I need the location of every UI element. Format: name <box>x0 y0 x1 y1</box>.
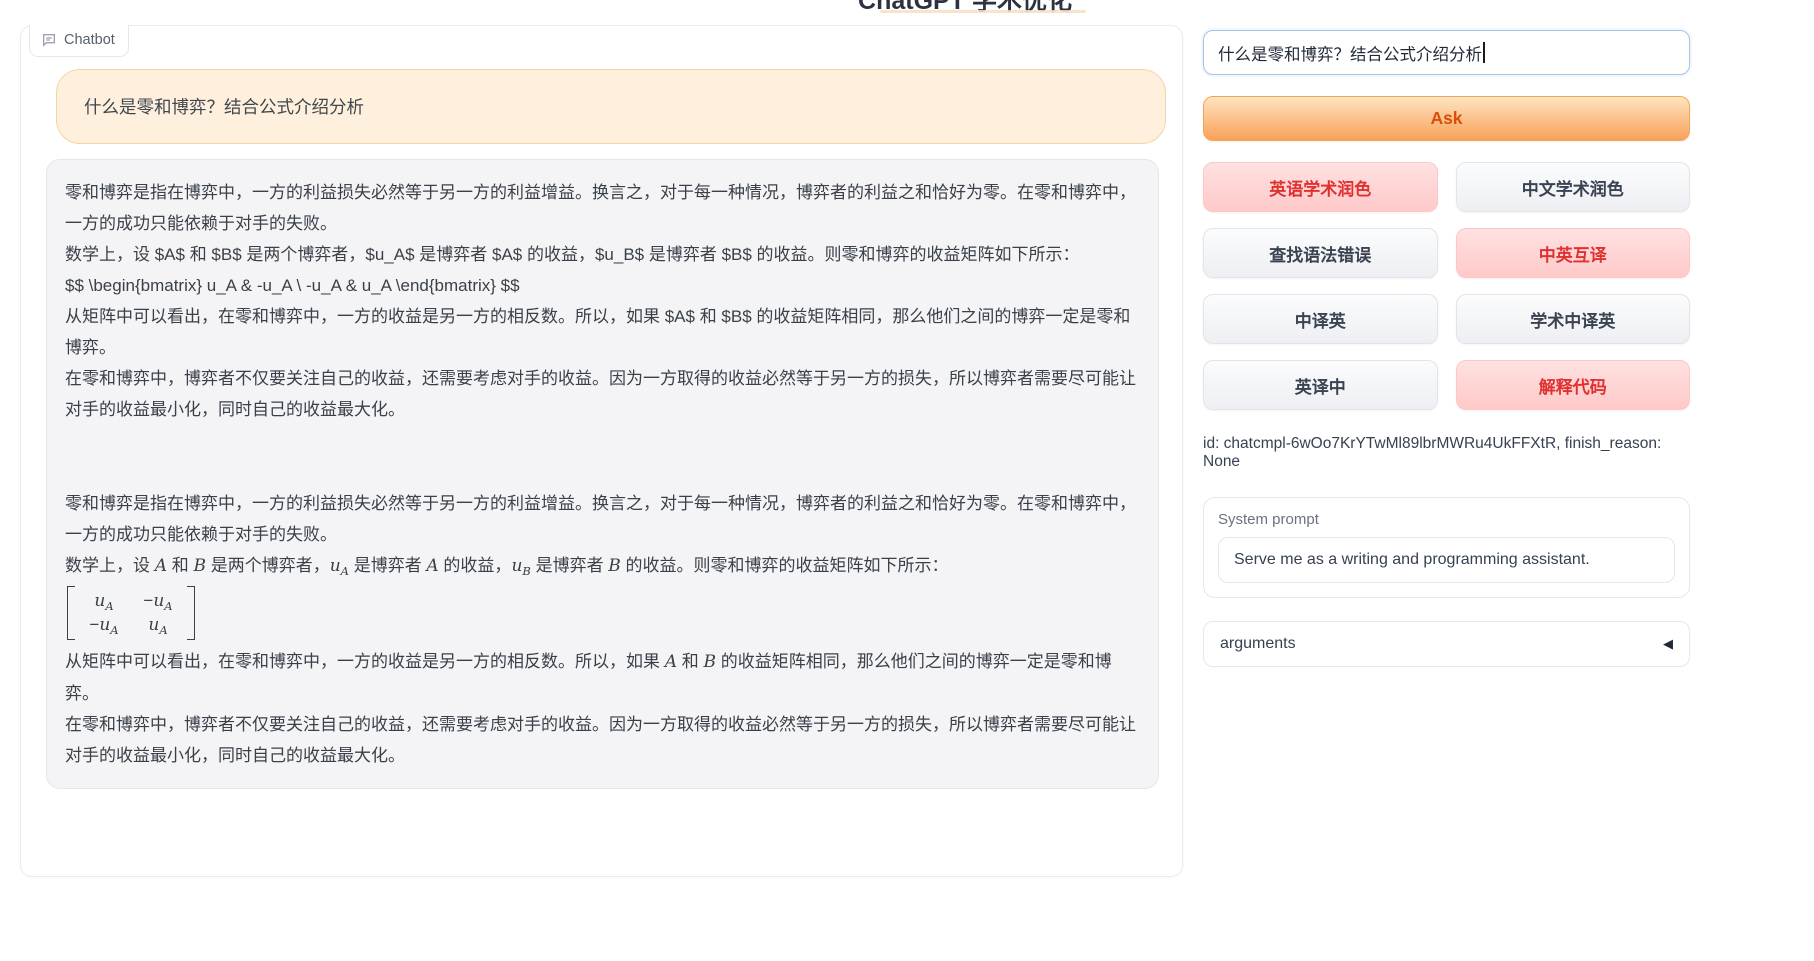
bot-rendered-paragraph: 在零和博弈中，博弈者不仅要关注自己的收益，还需要考虑对手的收益。因为一方取得的收… <box>65 709 1138 771</box>
payoff-matrix: uA −uA −uA uA <box>67 586 1138 640</box>
user-message-text: 什么是零和博弈？结合公式介绍分析 <box>84 94 364 119</box>
button-chinese-academic-polish[interactable]: 中文学术润色 <box>1456 162 1691 212</box>
button-zh-to-en[interactable]: 中译英 <box>1203 294 1438 344</box>
bot-raw-markdown-block: 零和博弈是指在博弈中，一方的利益损失必然等于另一方的利益增益。换言之，对于每一种… <box>65 177 1138 425</box>
system-prompt-label: System prompt <box>1218 511 1675 528</box>
bot-raw-paragraph: 从矩阵中可以看出，在零和博弈中，一方的收益是另一方的相反数。所以，如果 $A$ … <box>65 301 1138 363</box>
matrix-cell: uA <box>136 613 180 637</box>
ask-panel: 什么是零和博弈？结合公式介绍分析 Ask 英语学术润色 中文学术润色 查找语法错… <box>1203 30 1690 667</box>
system-prompt-value: Serve me as a writing and programming as… <box>1234 551 1590 569</box>
matrix-cell: uA <box>82 589 126 613</box>
ask-button[interactable]: Ask <box>1203 96 1690 141</box>
user-message-bubble: 什么是零和博弈？结合公式介绍分析 <box>56 69 1166 144</box>
chatbot-label-tab: Chatbot <box>29 25 129 57</box>
bot-raw-paragraph: 数学上，设 $A$ 和 $B$ 是两个博弈者，$u_A$ 是博弈者 $A$ 的收… <box>65 239 1138 270</box>
bot-latex-source-line: $$ \begin{bmatrix} u_A & -u_A \ -u_A & u… <box>65 270 1138 301</box>
chatbot-label: Chatbot <box>64 32 115 48</box>
button-academic-zh-to-en[interactable]: 学术中译英 <box>1456 294 1691 344</box>
bot-raw-paragraph: 零和博弈是指在博弈中，一方的利益损失必然等于另一方的利益增益。换言之，对于每一种… <box>65 177 1138 239</box>
button-english-academic-polish[interactable]: 英语学术润色 <box>1203 162 1438 212</box>
text-cursor-caret <box>1483 42 1485 63</box>
chat-bubble-icon <box>41 32 57 48</box>
query-input[interactable]: 什么是零和博弈？结合公式介绍分析 <box>1203 30 1690 75</box>
button-find-grammar-errors[interactable]: 查找语法错误 <box>1203 228 1438 278</box>
button-en-to-zh[interactable]: 英译中 <box>1203 360 1438 410</box>
page-title-clipped: ChatGPT 学术优化 <box>858 0 1072 17</box>
bot-rendered-block: 零和博弈是指在博弈中，一方的利益损失必然等于另一方的利益增益。换言之，对于每一种… <box>65 488 1138 771</box>
query-input-value: 什么是零和博弈？结合公式介绍分析 <box>1218 41 1482 65</box>
bot-rendered-paragraph: 零和博弈是指在博弈中，一方的利益损失必然等于另一方的利益增益。换言之，对于每一种… <box>65 488 1138 550</box>
accordion-collapse-icon[interactable]: ◀ <box>1663 636 1673 652</box>
accordion-label: arguments <box>1220 635 1296 653</box>
button-zh-en-mutual-translate[interactable]: 中英互译 <box>1456 228 1691 278</box>
arguments-accordion[interactable]: arguments ◀ <box>1203 621 1690 667</box>
bot-message-box: 零和博弈是指在博弈中，一方的利益损失必然等于另一方的利益增益。换言之，对于每一种… <box>46 159 1159 789</box>
response-status-line: id: chatcmpl-6wOo7KrYTwMl89lbrMWRu4UkFFX… <box>1203 435 1690 471</box>
quick-action-grid: 英语学术润色 中文学术润色 查找语法错误 中英互译 中译英 学术中译英 英译中 … <box>1203 162 1690 410</box>
bot-rendered-paragraph: 数学上，设 A 和 B 是两个博弈者，uA 是博弈者 A 的收益，uB 是博弈者… <box>65 550 1138 582</box>
chatbot-panel: Chatbot 什么是零和博弈？结合公式介绍分析 零和博弈是指在博弈中，一方的利… <box>20 25 1183 877</box>
system-prompt-panel: System prompt Serve me as a writing and … <box>1203 497 1690 598</box>
system-prompt-input[interactable]: Serve me as a writing and programming as… <box>1218 537 1675 583</box>
title-underline <box>880 10 1086 13</box>
matrix-cell: −uA <box>136 589 180 613</box>
matrix-cell: −uA <box>82 613 126 637</box>
bot-raw-paragraph: 在零和博弈中，博弈者不仅要关注自己的收益，还需要考虑对手的收益。因为一方取得的收… <box>65 363 1138 425</box>
button-explain-code[interactable]: 解释代码 <box>1456 360 1691 410</box>
bot-rendered-paragraph: 从矩阵中可以看出，在零和博弈中，一方的收益是另一方的相反数。所以，如果 A 和 … <box>65 646 1138 709</box>
